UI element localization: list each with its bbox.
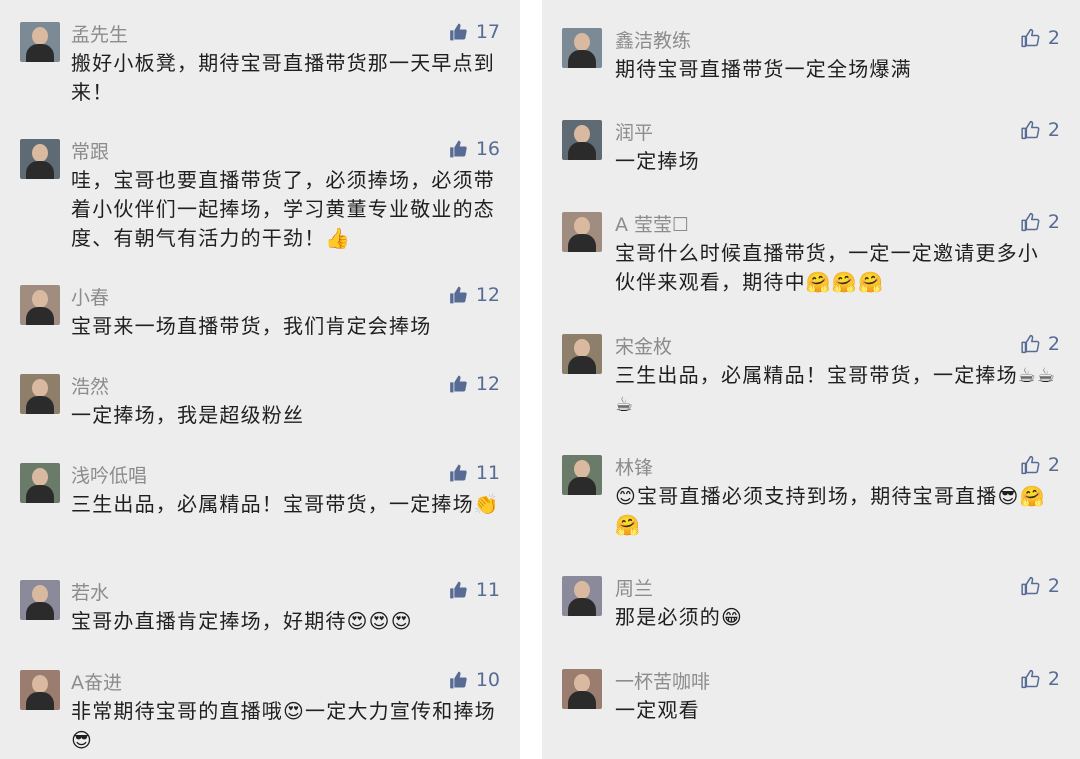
thumbs-up-icon[interactable] xyxy=(1020,28,1041,48)
like-count: 11 xyxy=(475,462,500,484)
like-count: 10 xyxy=(475,669,500,691)
commenter-name[interactable]: 若水 xyxy=(71,578,109,605)
comment-panel-right: 鑫洁教练 2 期待宝哥直播带货一定全场爆满 润平 2 一定捧场 A 莹莹☐ 2 宝哥什么时候直播… xyxy=(542,0,1080,759)
commenter-name[interactable]: 浩然 xyxy=(71,372,109,399)
like-count: 12 xyxy=(475,373,500,395)
commenter-name[interactable]: 孟先生 xyxy=(71,20,128,47)
like-count: 2 xyxy=(1047,575,1060,597)
commenter-name[interactable]: 小春 xyxy=(71,283,109,310)
comment-text: 一定捧场 xyxy=(615,149,700,173)
avatar[interactable] xyxy=(562,120,602,160)
like-button[interactable]: 2 xyxy=(1020,454,1060,476)
like-button[interactable]: 2 xyxy=(1020,668,1060,690)
like-button[interactable]: 11 xyxy=(448,579,500,601)
like-button[interactable]: 2 xyxy=(1020,211,1060,233)
avatar[interactable] xyxy=(562,576,602,616)
like-count: 2 xyxy=(1047,454,1060,476)
like-button[interactable]: 17 xyxy=(448,21,500,43)
like-count: 12 xyxy=(475,284,500,306)
like-count: 2 xyxy=(1047,333,1060,355)
comment-text: 期待宝哥直播带货一定全场爆满 xyxy=(615,57,912,81)
thumbs-up-icon[interactable] xyxy=(448,670,469,690)
like-button[interactable]: 2 xyxy=(1020,119,1060,141)
thumbs-up-icon[interactable] xyxy=(1020,334,1041,354)
avatar[interactable] xyxy=(562,212,602,252)
avatar[interactable] xyxy=(20,463,60,503)
thumbs-up-icon[interactable] xyxy=(1020,455,1041,475)
thumbs-up-icon[interactable] xyxy=(448,22,469,42)
avatar[interactable] xyxy=(20,139,60,179)
comment-text: 搬好小板凳，期待宝哥直播带货那一天早点到来！ xyxy=(71,51,495,104)
thumbs-up-icon[interactable] xyxy=(448,374,469,394)
like-button[interactable]: 11 xyxy=(448,462,500,484)
thumbs-up-icon[interactable] xyxy=(1020,669,1041,689)
like-count: 11 xyxy=(475,579,500,601)
like-button[interactable]: 16 xyxy=(448,138,500,160)
avatar[interactable] xyxy=(20,580,60,620)
like-count: 2 xyxy=(1047,119,1060,141)
avatar[interactable] xyxy=(20,285,60,325)
commenter-name[interactable]: 林锋 xyxy=(615,453,653,480)
avatar[interactable] xyxy=(20,374,60,414)
avatar[interactable] xyxy=(562,669,602,709)
comment-text: 三生出品，必属精品！宝哥带货，一定捧场👏 xyxy=(71,492,500,516)
commenter-name[interactable]: 一杯苦咖啡 xyxy=(615,667,710,694)
like-button[interactable]: 12 xyxy=(448,284,500,306)
comment-text: 三生出品，必属精品！宝哥带货，一定捧场☕☕☕ xyxy=(615,363,1057,416)
comment-panel-left: 孟先生 17 搬好小板凳，期待宝哥直播带货那一天早点到来！ 常跟 16 哇，宝哥也要直播带… xyxy=(0,0,520,759)
like-count: 17 xyxy=(475,21,500,43)
thumbs-up-icon[interactable] xyxy=(1020,212,1041,232)
like-button[interactable]: 2 xyxy=(1020,27,1060,49)
like-count: 2 xyxy=(1047,668,1060,690)
like-button[interactable]: 2 xyxy=(1020,575,1060,597)
avatar[interactable] xyxy=(20,22,60,62)
commenter-name[interactable]: A奋进 xyxy=(71,668,122,695)
avatar[interactable] xyxy=(562,334,602,374)
thumbs-up-icon[interactable] xyxy=(448,285,469,305)
comment-text: 一定捧场，我是超级粉丝 xyxy=(71,403,305,427)
avatar[interactable] xyxy=(20,670,60,710)
avatar[interactable] xyxy=(562,28,602,68)
like-count: 2 xyxy=(1047,211,1060,233)
commenter-name[interactable]: A 莹莹☐ xyxy=(615,210,689,237)
like-button[interactable]: 2 xyxy=(1020,333,1060,355)
commenter-name[interactable]: 宋金枚 xyxy=(615,332,672,359)
like-count: 2 xyxy=(1047,27,1060,49)
thumbs-up-icon[interactable] xyxy=(1020,120,1041,140)
comment-text: 那是必须的😁 xyxy=(615,605,744,629)
commenter-name[interactable]: 浅吟低唱 xyxy=(71,461,147,488)
comment-text: 宝哥什么时候直播带货，一定一定邀请更多小伙伴来观看，期待中🤗🤗🤗 xyxy=(615,241,1039,294)
like-button[interactable]: 12 xyxy=(448,373,500,395)
comment-text: 非常期待宝哥的直播哦😍一定大力宣传和捧场😎 xyxy=(71,699,496,752)
thumbs-up-icon[interactable] xyxy=(448,463,469,483)
comment-text: 宝哥来一场直播带货，我们肯定会捧场 xyxy=(71,314,432,338)
comment-text: 哇，宝哥也要直播带货了，必须捧场，必须带着小伙伴们一起捧场，学习黄董专业敬业的态… xyxy=(71,168,495,250)
comment-text: 😊宝哥直播必须支持到场，期待宝哥直播😎🤗🤗 xyxy=(615,484,1046,537)
thumbs-up-icon[interactable] xyxy=(1020,576,1041,596)
commenter-name[interactable]: 润平 xyxy=(615,118,653,145)
commenter-name[interactable]: 鑫洁教练 xyxy=(615,26,691,53)
commenter-name[interactable]: 周兰 xyxy=(615,574,653,601)
like-button[interactable]: 10 xyxy=(448,669,500,691)
comment-text: 一定观看 xyxy=(615,698,700,722)
thumbs-up-icon[interactable] xyxy=(448,139,469,159)
thumbs-up-icon[interactable] xyxy=(448,580,469,600)
avatar[interactable] xyxy=(562,455,602,495)
like-count: 16 xyxy=(475,138,500,160)
commenter-name[interactable]: 常跟 xyxy=(71,137,109,164)
comment-text: 宝哥办直播肯定捧场，好期待😍😍😍 xyxy=(71,609,413,633)
